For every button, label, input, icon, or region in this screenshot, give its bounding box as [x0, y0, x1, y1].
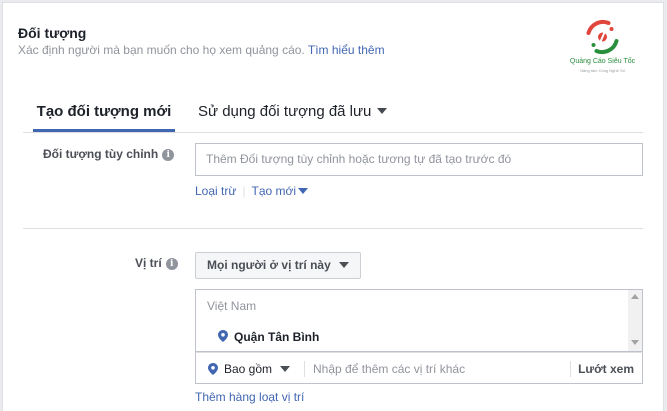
locations-scrollbar[interactable]	[628, 290, 642, 351]
audience-tabs: Tạo đối tượng mới Sử dụng đối tượng đã l…	[33, 98, 643, 132]
location-search-bar: Bao gồm Nhập để thêm các vị trí khác Lướ…	[195, 352, 643, 384]
info-icon[interactable]: i	[162, 148, 175, 161]
include-value: Bao gồm	[224, 362, 273, 376]
exclude-link[interactable]: Loại trừ	[195, 184, 236, 198]
map-pin-icon	[208, 363, 218, 375]
section-title: Đối tượng	[18, 25, 87, 41]
location-label: Vị trí i	[135, 256, 178, 270]
chevron-down-icon	[338, 261, 349, 268]
section-divider	[23, 228, 643, 229]
custom-audience-label-text: Đối tượng tùy chỉnh	[43, 147, 159, 161]
tab-use-saved-audience[interactable]: Sử dụng đối tượng đã lưu	[198, 98, 388, 132]
bar-separator	[570, 361, 571, 377]
selected-locations-box: Việt Nam Quận Tân Bình	[195, 289, 643, 352]
info-icon[interactable]: i	[165, 257, 178, 270]
location-search-input[interactable]: Nhập để thêm các vị trí khác	[313, 362, 465, 376]
location-type-dropdown[interactable]: Mọi người ở vị trí này	[195, 252, 361, 279]
brand-logo: Quảng Cáo Siêu Tốc Nâng tầm Công Nghệ Số	[555, 13, 650, 77]
create-new-link[interactable]: Tạo mới	[252, 184, 309, 198]
chevron-down-icon	[377, 108, 388, 115]
tab-use-saved-label: Sử dụng đối tượng đã lưu	[198, 103, 372, 120]
include-exclude-dropdown[interactable]: Bao gồm	[224, 362, 291, 376]
custom-audience-actions: Loại trừ | Tạo mới	[195, 184, 309, 198]
chevron-down-icon	[280, 365, 291, 372]
browse-button[interactable]: Lướt xem	[578, 362, 634, 376]
bulk-add-locations-link[interactable]: Thêm hàng loạt vị trí	[195, 390, 304, 404]
scroll-down-arrow-icon[interactable]	[631, 340, 639, 345]
map-pin-icon	[218, 330, 228, 342]
bar-separator	[304, 361, 305, 377]
location-label-text: Vị trí	[135, 256, 162, 270]
custom-audience-label: Đối tượng tùy chỉnh i	[43, 147, 175, 161]
learn-more-link[interactable]: Tìm hiểu thêm	[308, 43, 385, 57]
logo-tagline: Nâng tầm Công Nghệ Số	[580, 68, 625, 73]
link-separator: |	[242, 184, 246, 198]
tab-create-new-audience[interactable]: Tạo đối tượng mới	[33, 98, 175, 132]
chevron-down-icon	[298, 187, 309, 194]
location-country: Việt Nam	[207, 299, 257, 313]
custom-audience-input[interactable]: Thêm Đối tượng tùy chỉnh hoặc tương tự đ…	[195, 143, 643, 176]
create-new-label: Tạo mới	[251, 184, 297, 198]
selected-location-item[interactable]: Quận Tân Bình	[234, 330, 319, 344]
audience-card: Đối tượng Xác định người mà bạn muốn cho…	[2, 2, 664, 411]
tab-divider	[23, 132, 643, 133]
section-subtitle: Xác định người mà bạn muốn cho họ xem qu…	[18, 43, 385, 57]
subtitle-text: Xác định người mà bạn muốn cho họ xem qu…	[18, 43, 305, 57]
scroll-up-arrow-icon[interactable]	[631, 294, 639, 299]
brand-logo-mark	[586, 19, 619, 55]
logo-name: Quảng Cáo Siêu Tốc	[569, 58, 636, 65]
location-type-value: Mọi người ở vị trí này	[207, 258, 331, 272]
